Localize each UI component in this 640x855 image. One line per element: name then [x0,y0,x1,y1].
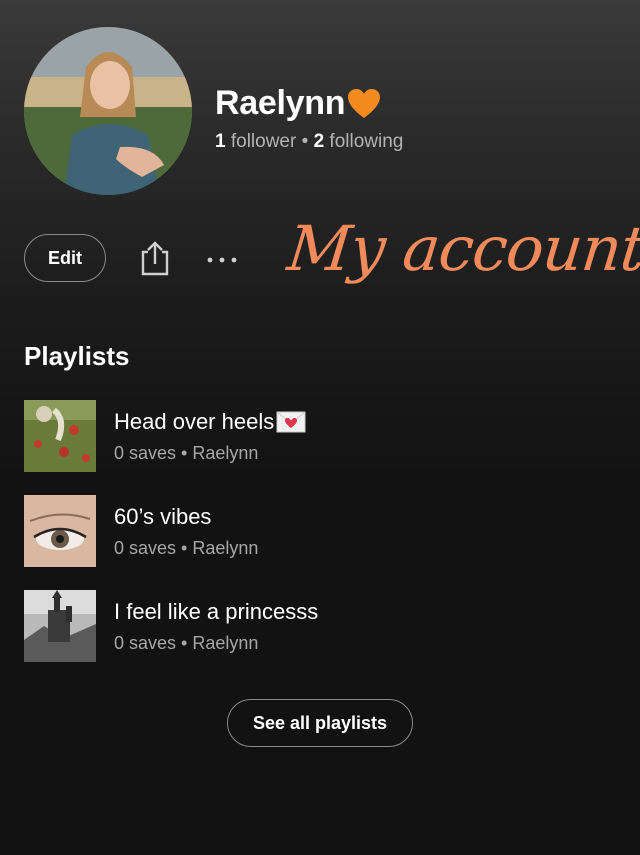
playlist-title: 60’s vibes [114,503,212,529]
playlist-item-60s-vibes[interactable]: 60’s vibes 0 saves • Raelynn [24,495,614,567]
playlist-cover [24,400,96,472]
playlist-cover-image [24,400,96,472]
playlist-subtitle: 0 saves • Raelynn [114,442,259,463]
playlist-item-head-over-heels[interactable]: Head over heels 0 saves • Raelynn [24,400,614,472]
playlist-subtitle: 0 saves • Raelynn [114,537,259,558]
playlist-title: Head over heels [114,409,306,435]
playlist-title-text: Head over heels [114,408,275,434]
profile-avatar[interactable] [24,27,192,195]
edit-button[interactable]: Edit [24,234,106,282]
playlist-cover [24,590,96,662]
profile-photo [24,27,192,195]
playlist-title: I feel like a princesss [114,598,319,624]
share-icon[interactable] [138,240,172,276]
profile-name: Raelynn [215,84,381,123]
following-label[interactable]: following [329,131,403,152]
playlist-cover [24,495,96,567]
playlist-cover-image [24,590,96,662]
more-options-icon[interactable] [204,250,240,270]
profile-name-text: Raelynn [215,84,346,122]
following-count: 2 [313,131,325,152]
followers-count: 1 [215,131,226,152]
playlist-subtitle: 0 saves • Raelynn [114,632,259,653]
playlist-cover-image [24,495,96,567]
playlists-heading: Playlists [24,341,130,371]
love-letter-icon [276,411,306,432]
playlist-item-i-feel-like-a-princesss[interactable]: I feel like a princesss 0 saves • Raelyn… [24,590,614,662]
see-all-playlists-button[interactable]: See all playlists [227,699,413,747]
follow-stats: 1 follower • 2 following [215,131,403,153]
my-account-overlay-text: My account [284,212,640,285]
follow-separator: • [301,131,309,152]
orange-heart-icon [348,88,381,118]
followers-label[interactable]: follower [231,131,296,152]
